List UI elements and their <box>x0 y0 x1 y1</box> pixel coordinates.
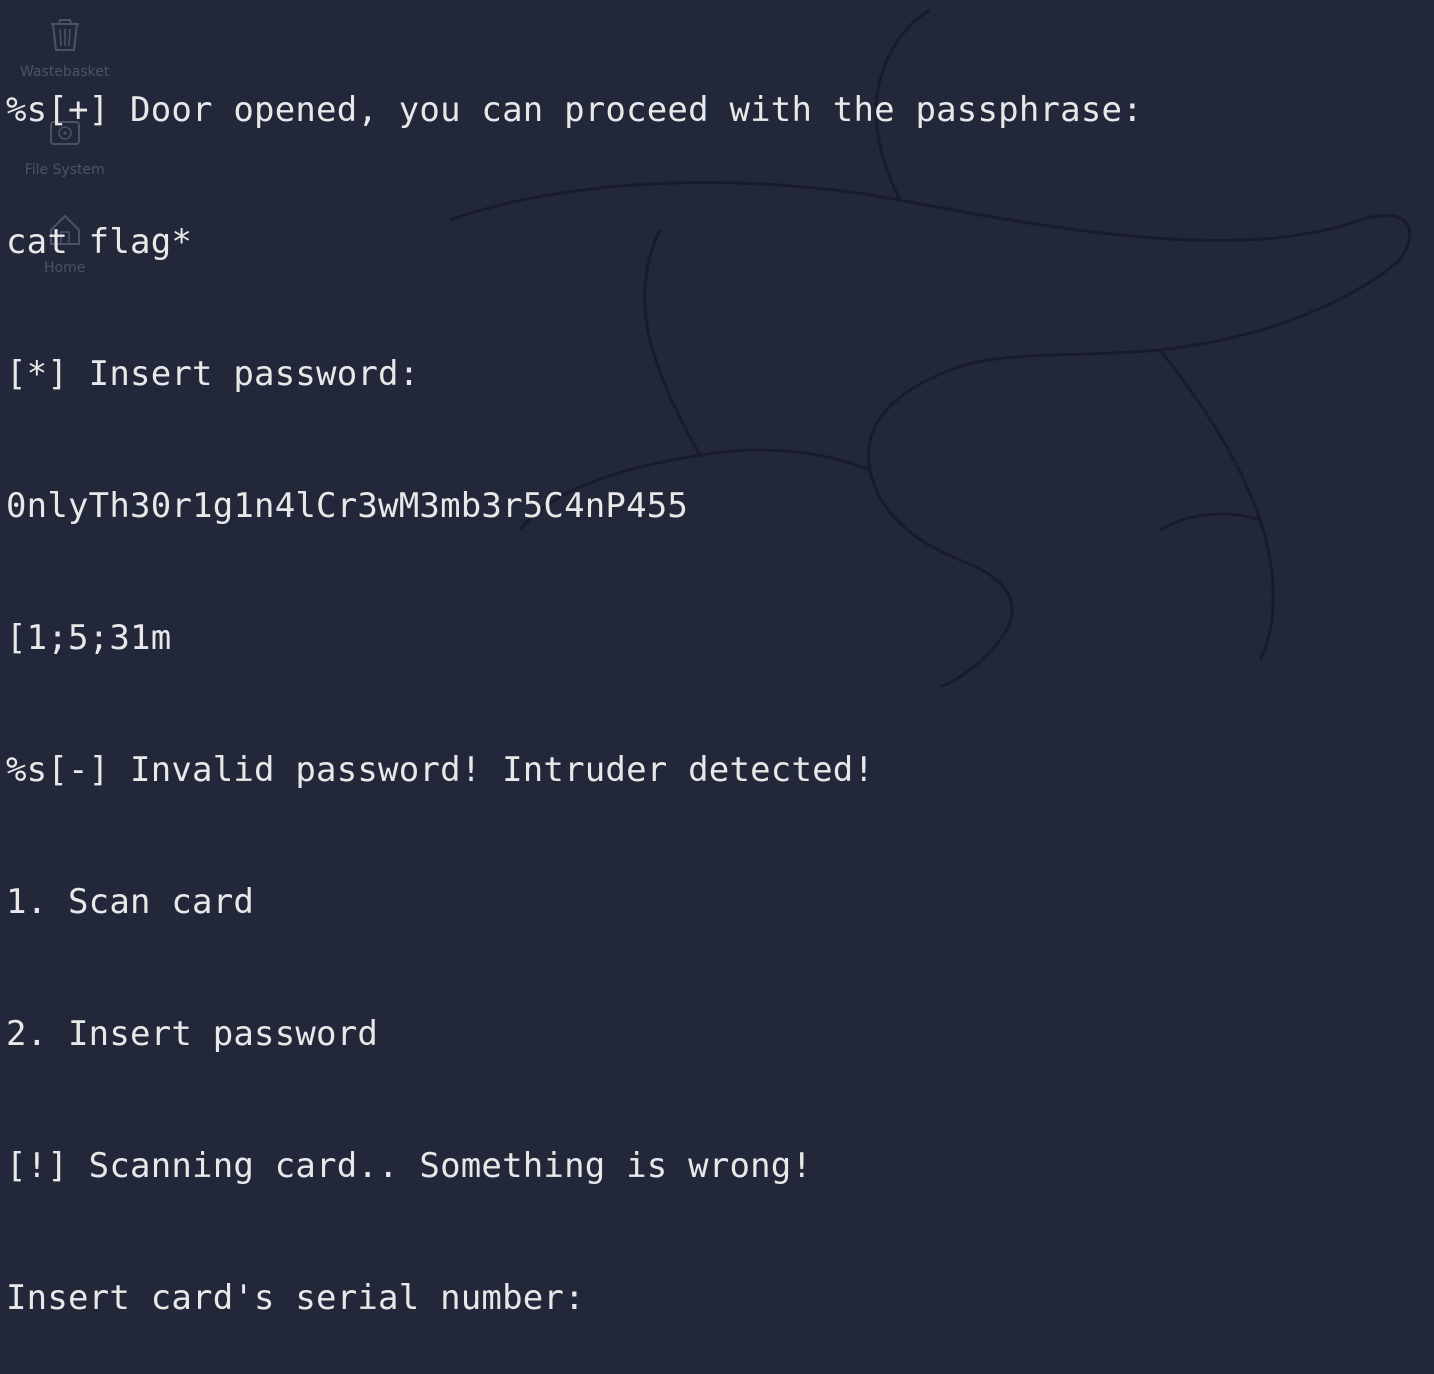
terminal-line: [*] Insert password: <box>6 352 1434 396</box>
terminal-line: %s[+] Door opened, you can proceed with … <box>6 88 1434 132</box>
terminal-line: 1. Scan card <box>6 880 1434 924</box>
terminal-line: [!] Scanning card.. Something is wrong! <box>6 1144 1434 1188</box>
terminal-line: cat flag* <box>6 220 1434 264</box>
terminal-line: [1;5;31m <box>6 616 1434 660</box>
terminal-output[interactable]: %s[+] Door opened, you can proceed with … <box>6 0 1434 1374</box>
terminal-line: Insert card's serial number: <box>6 1276 1434 1320</box>
terminal-line: 0nlyTh30r1g1n4lCr3wM3mb3r5C4nP455 <box>6 484 1434 528</box>
terminal-line: %s[-] Invalid password! Intruder detecte… <box>6 748 1434 792</box>
terminal-line: 2. Insert password <box>6 1012 1434 1056</box>
